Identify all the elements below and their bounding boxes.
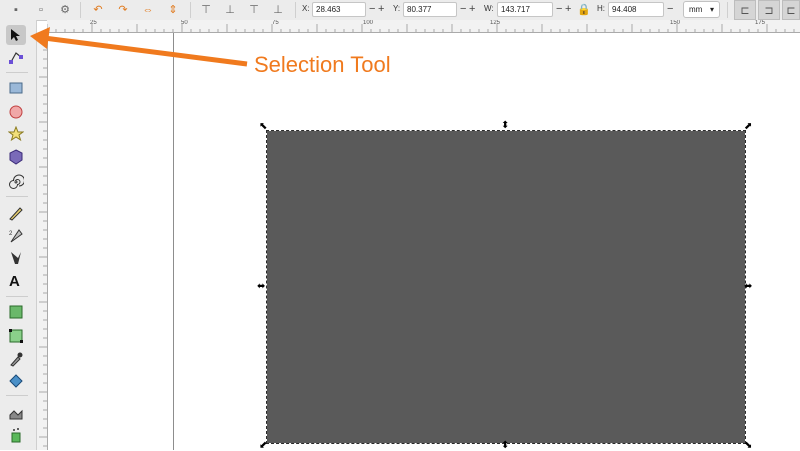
annotation-label: Selection Tool: [254, 52, 391, 77]
annotation-arrow: [30, 27, 248, 67]
